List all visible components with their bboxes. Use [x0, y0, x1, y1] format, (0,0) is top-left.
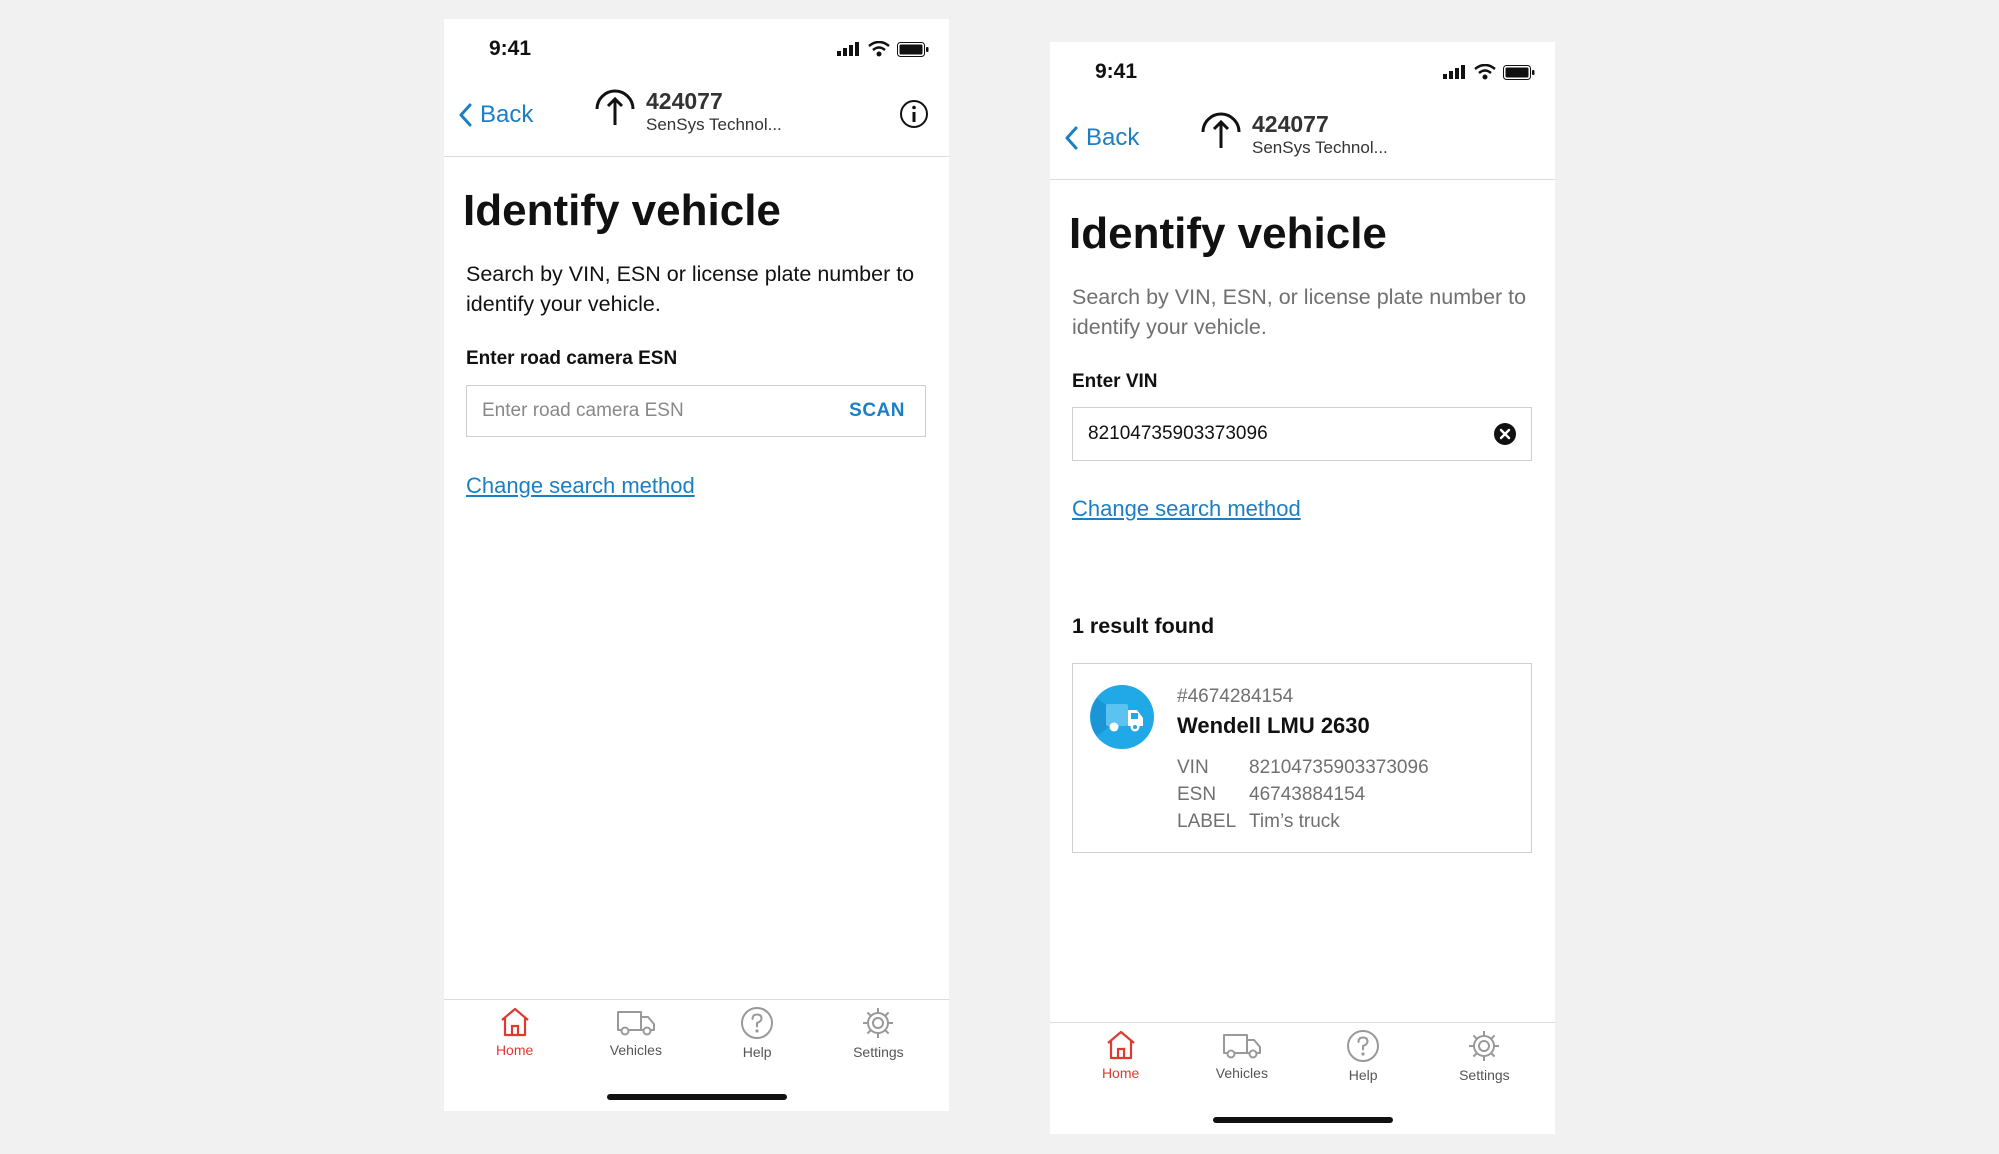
back-button[interactable]: Back: [1064, 124, 1139, 152]
system-icons: [1443, 64, 1535, 80]
device-id: 424077: [1252, 111, 1329, 137]
upload-arrow-icon: [595, 89, 635, 125]
battery-icon: [1503, 64, 1535, 80]
wifi-icon: [1474, 64, 1496, 80]
truck-avatar-icon: [1090, 685, 1154, 749]
device-id: 424077: [646, 88, 723, 114]
vehicle-details: VIN 82104735903373096 ESN 46743884154 LA…: [1177, 754, 1429, 835]
page-description: Search by VIN, ESN or license plate numb…: [466, 262, 915, 316]
vehicle-result-card[interactable]: #4674284154 Wendell LMU 2630 VIN 8210473…: [1072, 663, 1532, 853]
detail-value-esn: 46743884154: [1249, 784, 1366, 805]
home-icon: [1106, 1030, 1135, 1060]
tab-home-label: Home: [495, 1042, 534, 1058]
detail-row-esn: ESN 46743884154: [1177, 781, 1429, 808]
home-indicator[interactable]: [1212, 1117, 1393, 1123]
tab-vehicles[interactable]: Vehicles: [1187, 1029, 1297, 1083]
tab-settings-label: Settings: [853, 1044, 904, 1060]
detail-key: ESN: [1177, 784, 1217, 805]
info-icon: [900, 100, 928, 128]
tab-vehicles-label: Vehicles: [1215, 1065, 1268, 1081]
device-header: 424077 SenSys Technol...: [1200, 110, 1388, 158]
change-search-method-link[interactable]: Change search method: [466, 473, 695, 499]
tab-home[interactable]: Home: [460, 1006, 570, 1060]
page-title: Identify vehicle: [1069, 209, 1387, 258]
help-icon: [1347, 1030, 1380, 1062]
tab-help[interactable]: Help: [702, 1006, 812, 1060]
battery-icon: [897, 41, 929, 57]
back-label: Back: [1086, 124, 1140, 151]
tab-vehicles-label: Vehicles: [609, 1042, 662, 1058]
status-bar: 9:41: [1050, 42, 1555, 102]
esn-input-box: SCAN: [466, 385, 926, 437]
tab-bar: Home Vehicles Help Settings: [1050, 1022, 1555, 1134]
tab-vehicles[interactable]: Vehicles: [581, 1006, 691, 1060]
phone-screen-vin: 9:41 Back 424077 SenSys Technol... Ident…: [1050, 42, 1555, 1134]
vin-field-label: Enter VIN: [1072, 371, 1158, 392]
detail-row-vin: VIN 82104735903373096: [1177, 754, 1429, 781]
clear-input-button[interactable]: [1493, 422, 1531, 446]
detail-key: LABEL: [1177, 811, 1237, 832]
scan-button[interactable]: SCAN: [849, 400, 925, 422]
help-icon: [741, 1007, 774, 1039]
esn-field-label: Enter road camera ESN: [466, 348, 678, 369]
home-indicator[interactable]: [606, 1094, 787, 1100]
back-label: Back: [480, 101, 534, 128]
tab-settings-label: Settings: [1459, 1067, 1510, 1083]
system-icons: [837, 41, 929, 57]
device-vendor: SenSys Technol...: [646, 115, 782, 134]
home-icon: [500, 1007, 529, 1037]
results-count: 1 result found: [1072, 614, 1215, 638]
detail-value-label: Tim’s truck: [1249, 811, 1340, 832]
signal-icon: [837, 42, 859, 56]
info-button[interactable]: [899, 99, 929, 134]
upload-arrow-icon: [1201, 112, 1241, 148]
gear-icon: [863, 1008, 894, 1038]
page-description: Search by VIN, ESN, or license plate num…: [1072, 285, 1527, 339]
device-vendor: SenSys Technol...: [1252, 138, 1388, 157]
status-time: 9:41: [489, 37, 532, 60]
vin-input-box: [1072, 407, 1532, 461]
tab-help-label: Help: [742, 1044, 772, 1060]
tab-settings[interactable]: Settings: [823, 1006, 933, 1060]
phone-screen-esn: 9:41 Back 424077 SenSys Technol... Ident…: [444, 19, 949, 1111]
back-button[interactable]: Back: [458, 101, 533, 129]
device-header: 424077 SenSys Technol...: [594, 87, 782, 135]
tab-settings[interactable]: Settings: [1429, 1029, 1539, 1083]
vehicle-name: Wendell LMU 2630: [1177, 713, 1370, 738]
nav-bar: Back 424077 SenSys Technol...: [1050, 102, 1555, 180]
clear-icon: [1494, 423, 1516, 445]
detail-value-vin: 82104735903373096: [1249, 757, 1429, 778]
vehicle-ref-number: #4674284154: [1177, 686, 1294, 707]
tab-help-label: Help: [1348, 1067, 1378, 1083]
tab-help[interactable]: Help: [1308, 1029, 1418, 1083]
status-bar: 9:41: [444, 19, 949, 79]
van-icon: [1222, 1034, 1261, 1059]
tab-bar: Home Vehicles Help Settings: [444, 999, 949, 1111]
tab-home-label: Home: [1101, 1065, 1140, 1081]
chevron-left-icon: [1065, 126, 1078, 150]
chevron-left-icon: [459, 103, 472, 127]
esn-input[interactable]: [467, 386, 850, 436]
signal-icon: [1443, 65, 1465, 79]
detail-key: VIN: [1177, 757, 1209, 778]
status-time: 9:41: [1095, 60, 1138, 83]
page-title: Identify vehicle: [463, 186, 781, 235]
tab-home[interactable]: Home: [1066, 1029, 1176, 1083]
wifi-icon: [868, 41, 890, 57]
change-search-method-link[interactable]: Change search method: [1072, 496, 1301, 522]
vin-input[interactable]: [1073, 408, 1493, 460]
van-icon: [616, 1011, 655, 1036]
gear-icon: [1469, 1031, 1500, 1061]
detail-row-label: LABEL Tim’s truck: [1177, 808, 1429, 835]
nav-bar: Back 424077 SenSys Technol...: [444, 79, 949, 157]
